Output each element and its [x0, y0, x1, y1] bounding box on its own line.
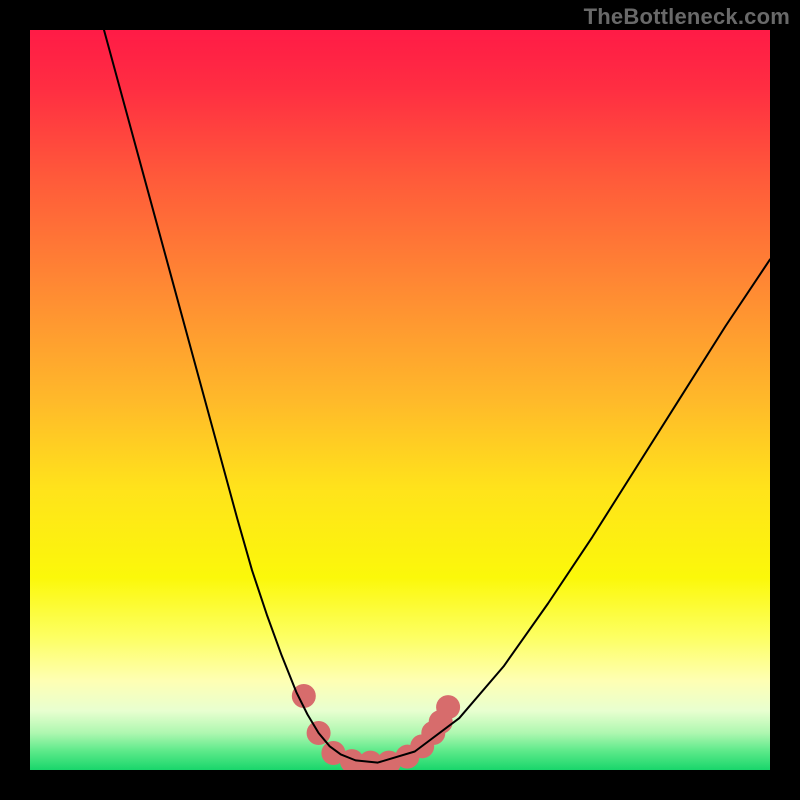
chart-frame: TheBottleneck.com — [0, 0, 800, 800]
attribution-label: TheBottleneck.com — [584, 4, 790, 30]
marker-dot — [436, 695, 460, 719]
gradient-background — [30, 30, 770, 770]
bottleneck-chart — [30, 30, 770, 770]
plot-area — [30, 30, 770, 770]
